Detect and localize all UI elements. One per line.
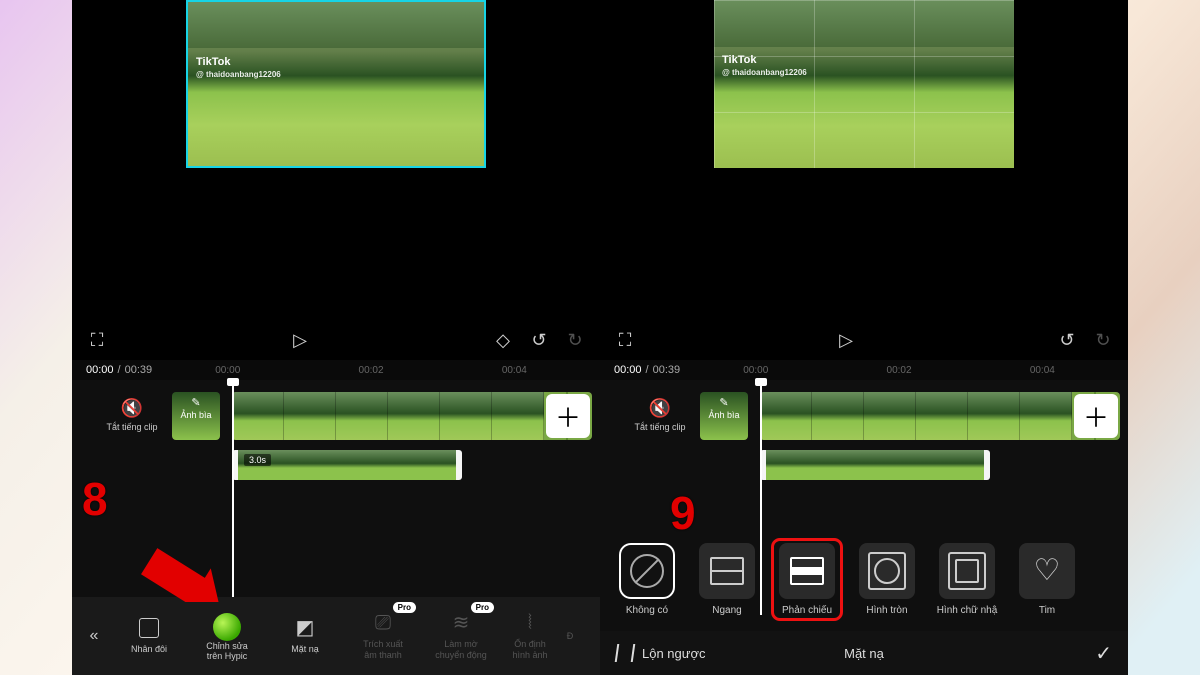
watermark-brand: TikTok (196, 56, 230, 68)
fullscreen-icon[interactable]: ⛶ (86, 329, 108, 351)
timeline[interactable]: 🔇 Tắt tiếng clip Ảnh bìa ＋ 3.0s « Nhân đ… (72, 380, 600, 675)
add-clip-button[interactable]: ＋ (1074, 394, 1118, 438)
duplicate-icon (139, 618, 159, 638)
mask-panel-footer: Lộn ngược Mặt nạ ✓ (600, 631, 1128, 675)
overlay-track[interactable] (760, 450, 990, 480)
mask-options-row: Không có Ngang Phản chiếu Hình tròn Hình… (600, 527, 1128, 631)
redo-icon[interactable]: ↻ (1092, 329, 1114, 351)
playhead[interactable] (232, 384, 234, 615)
hypic-edit-button[interactable]: Chỉnh sửa trên Hypic (188, 607, 266, 666)
speaker-muted-icon: 🔇 (630, 398, 690, 419)
motion-blur-icon: ≋ (424, 612, 498, 635)
mirror-icon (779, 543, 835, 599)
preview-area: TikTok @ thaidoanbang12206 ⛶ ▷ ↺ ↻ (600, 0, 1128, 360)
duplicate-button[interactable]: Nhân đôi (110, 614, 188, 659)
crop-grid-overlay (714, 0, 1014, 168)
preview-controls: ⛶ ▷ ◇ ↺ ↻ (72, 320, 600, 360)
invert-button[interactable]: Lộn ngược (642, 646, 706, 661)
tiktok-watermark: TikTok @ thaidoanbang12206 (722, 54, 807, 77)
watermark-handle: @ thaidoanbang12206 (196, 70, 281, 79)
horizontal-icon (699, 543, 755, 599)
extract-audio-icon: ⎚ (346, 612, 420, 635)
video-preview[interactable]: TikTok @ thaidoanbang12206 (186, 0, 486, 168)
annotation-step-9: 9 (670, 486, 696, 540)
toolbar-overflow[interactable]: Đ (560, 627, 580, 645)
mask-option-circle[interactable]: Hình tròn (854, 543, 920, 616)
toolbar-back-icon[interactable]: « (78, 616, 110, 656)
play-button[interactable]: ▷ (833, 327, 859, 353)
main-video-track[interactable]: ＋ (760, 392, 1120, 440)
keyframe-icon[interactable]: ◇ (492, 329, 514, 351)
annotation-step-8: 8 (82, 472, 108, 526)
mask-option-horizontal[interactable]: Ngang (694, 543, 760, 616)
cover-thumbnail[interactable]: Ảnh bìa (700, 392, 748, 440)
mask-icon: ◩ (268, 617, 342, 640)
pro-badge: Pro (393, 602, 416, 613)
time-current: 00:00 (86, 364, 114, 376)
time-total: 00:39 (125, 364, 153, 376)
none-icon (619, 543, 675, 599)
video-preview[interactable]: TikTok @ thaidoanbang12206 (714, 0, 1014, 168)
mask-option-none[interactable]: Không có (614, 543, 680, 616)
hypic-icon (213, 613, 241, 641)
edit-toolbar: « Nhân đôi Chỉnh sửa trên Hypic ◩ Mặt nạ… (72, 597, 600, 675)
redo-icon[interactable]: ↻ (564, 329, 586, 351)
cover-thumbnail[interactable]: Ảnh bìa (172, 392, 220, 440)
main-video-track[interactable]: ＋ (232, 392, 592, 440)
tiktok-watermark: TikTok @ thaidoanbang12206 (196, 56, 281, 79)
time-display: 00:00 / 00:39 00:00 00:02 00:04 (600, 360, 1128, 380)
pane-step-8: TikTok @ thaidoanbang12206 ⛶ ▷ ◇ ↺ ↻ 00:… (72, 0, 600, 675)
clip-duration: 3.0s (244, 454, 271, 466)
pane-step-9: TikTok @ thaidoanbang12206 ⛶ ▷ ↺ ↻ 00:00… (600, 0, 1128, 675)
speaker-muted-icon: 🔇 (102, 398, 162, 419)
stabilize-button[interactable]: ⦚ Ổn định hình ảnh (500, 608, 560, 664)
tutorial-frame: TikTok @ thaidoanbang12206 ⛶ ▷ ◇ ↺ ↻ 00:… (72, 0, 1128, 675)
fullscreen-icon[interactable]: ⛶ (614, 329, 636, 351)
preview-controls: ⛶ ▷ ↺ ↻ (600, 320, 1128, 360)
stabilize-icon: ⦚ (502, 612, 558, 635)
panel-title: Mặt nạ (844, 646, 884, 661)
mask-button[interactable]: ◩ Mặt nạ (266, 613, 344, 658)
mute-clip-button[interactable]: 🔇 Tắt tiếng clip (102, 398, 162, 432)
time-display: 00:00 / 00:39 00:00 00:02 00:04 (72, 360, 600, 380)
mask-option-heart[interactable]: Tim (1014, 543, 1080, 616)
undo-icon[interactable]: ↺ (528, 329, 550, 351)
pro-badge: Pro (471, 602, 494, 613)
extract-audio-button[interactable]: Pro ⎚ Trích xuất âm thanh (344, 608, 422, 664)
mute-clip-button[interactable]: 🔇 Tắt tiếng clip (630, 398, 690, 432)
undo-icon[interactable]: ↺ (1056, 329, 1078, 351)
add-clip-button[interactable]: ＋ (546, 394, 590, 438)
invert-icon[interactable] (615, 644, 636, 662)
mask-option-rectangle[interactable]: Hình chữ nhậ (934, 543, 1000, 616)
rectangle-icon (939, 543, 995, 599)
circle-icon (859, 543, 915, 599)
motion-blur-button[interactable]: Pro ≋ Làm mờ chuyển động (422, 608, 500, 664)
mask-option-mirror[interactable]: Phản chiếu (774, 541, 840, 618)
confirm-button[interactable]: ✓ (1095, 641, 1112, 666)
play-button[interactable]: ▷ (287, 327, 313, 353)
overlay-track[interactable]: 3.0s (232, 450, 462, 480)
heart-icon (1019, 543, 1075, 599)
preview-area: TikTok @ thaidoanbang12206 ⛶ ▷ ◇ ↺ ↻ (72, 0, 600, 360)
